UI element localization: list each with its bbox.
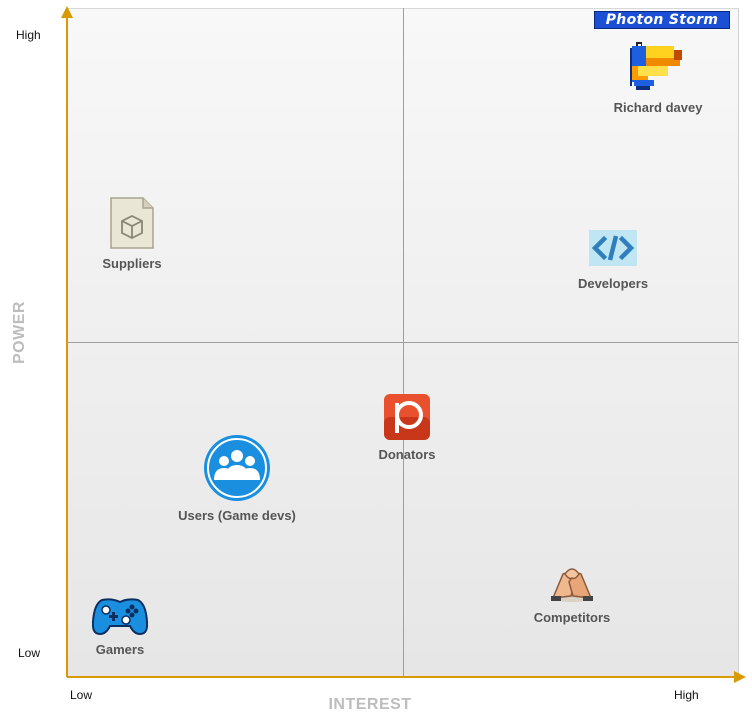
stakeholder-label: Richard davey [613,100,703,115]
x-tick-low: Low [70,688,93,702]
stakeholder-gamers[interactable]: Gamers [86,596,154,657]
stakeholder-donators[interactable]: Donators [370,393,444,462]
code-icon [589,230,637,266]
y-axis-title: POWER [11,301,28,364]
stakeholder-label: Suppliers [102,256,162,271]
y-axis-arrow [61,6,73,18]
stakeholder-label: Competitors [533,610,611,625]
x-tick-high: High [674,688,699,702]
x-axis-title: INTEREST [328,696,412,713]
patreon-icon [384,394,430,440]
stakeholder-label: Donators [378,447,436,462]
stakeholder-label: Users (Game devs) [178,508,296,523]
stakeholder-richard-davey[interactable]: Richard davey [600,36,716,115]
users-group-icon [204,435,270,501]
photon-storm-logo: Photon Storm [594,11,730,29]
stakeholder-label: Gamers [95,642,145,657]
stakeholder-developers[interactable]: Developers [566,228,660,291]
stakeholder-users[interactable]: Users (Game devs) [170,434,304,523]
toucan-icon [630,42,682,90]
stakeholder-competitors[interactable]: Competitors [524,560,620,625]
stakeholder-suppliers[interactable]: Suppliers [92,196,172,271]
y-tick-low: Low [18,646,41,660]
arm-wrestling-icon [551,568,593,602]
y-tick-high: High [16,28,41,42]
stakeholder-label: Developers [577,276,649,291]
gamepad-icon [92,598,148,636]
x-axis-arrow [734,671,746,683]
package-icon [110,197,154,249]
